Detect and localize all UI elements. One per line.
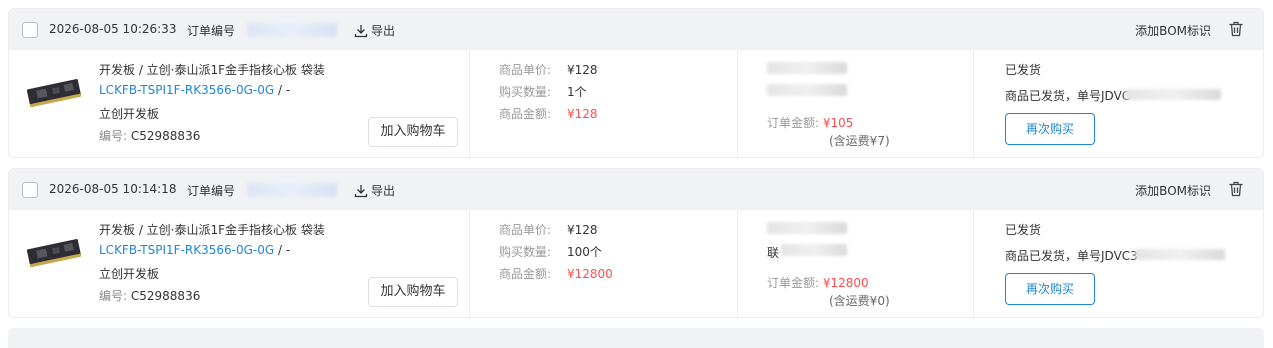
product-brand: 立创开发板 <box>99 107 160 121</box>
order-header: 2026-08-05 10:26:33 订单编号 导出 添加BOM标识 <box>9 9 1263 50</box>
receiver-name-redacted <box>767 222 847 234</box>
amount-value: ¥12800 <box>567 267 613 281</box>
shipment-info: 商品已发货，单号JDVC <box>1005 89 1131 103</box>
quantity-label: 购买数量: <box>499 85 552 99</box>
unit-price-row: 商品单价: ¥128 <box>499 61 598 78</box>
quantity-row: 购买数量: 1个 <box>499 83 587 100</box>
receiver-phone-redacted <box>767 84 847 96</box>
add-to-cart-button[interactable]: 加入购物车 <box>368 277 458 307</box>
column-divider <box>973 50 974 157</box>
order-number-label: 订单编号 <box>187 184 236 198</box>
amount-label: 商品金额: <box>499 267 552 281</box>
shipping-fee: (含运费¥0) <box>829 294 890 308</box>
unit-price-row: 商品单价: ¥128 <box>499 221 598 238</box>
part-number-label: 编号: <box>99 129 128 143</box>
unit-price-label: 商品单价: <box>499 63 552 77</box>
buy-again-button[interactable]: 再次购买 <box>1005 113 1095 145</box>
product-thumbnail[interactable] <box>25 76 83 110</box>
unit-price-label: 商品单价: <box>499 223 552 237</box>
product-code-suffix: / - <box>274 243 291 257</box>
column-divider <box>973 210 974 317</box>
product-code-link[interactable]: LCKFB-TSPI1F-RK3566-0G-0G <box>99 83 274 97</box>
order-total-label: 订单金额: <box>767 276 820 290</box>
column-divider <box>737 50 738 157</box>
product-code-link[interactable]: LCKFB-TSPI1F-RK3566-0G-0G <box>99 243 274 257</box>
product-code-line: LCKFB-TSPI1F-RK3566-0G-0G / - <box>99 243 290 257</box>
export-button[interactable]: 导出 <box>354 22 395 39</box>
part-number-value: C52988836 <box>130 289 201 303</box>
export-label: 导出 <box>371 184 396 198</box>
add-to-cart-button[interactable]: 加入购物车 <box>368 117 458 147</box>
quantity-value: 1个 <box>567 85 587 99</box>
product-part-number: 编号: C52988836 <box>99 127 200 144</box>
next-order-card-partial <box>8 328 1264 348</box>
order-total-row: 订单金额: ¥12800 <box>767 274 869 291</box>
amount-row: 商品金额: ¥12800 <box>499 265 613 282</box>
order-select-checkbox[interactable] <box>22 22 38 38</box>
product-name: 开发板 / 立创·泰山派1F金手指核心板 袋装 <box>99 63 325 77</box>
download-icon <box>354 184 368 197</box>
column-divider <box>469 50 470 157</box>
order-body: 开发板 / 立创·泰山派1F金手指核心板 袋装 LCKFB-TSPI1F-RK3… <box>9 210 1263 317</box>
product-code-suffix: / - <box>274 83 291 97</box>
tracking-number-redacted <box>1125 89 1221 100</box>
order-card: 2026-08-05 10:14:18 订单编号 导出 添加BOM标识 开发板 … <box>8 168 1264 318</box>
part-number-label: 编号: <box>99 289 128 303</box>
amount-value: ¥128 <box>567 107 598 121</box>
amount-row: 商品金额: ¥128 <box>499 105 598 122</box>
trash-icon[interactable] <box>1227 20 1245 38</box>
unit-price-value: ¥128 <box>567 223 598 237</box>
column-divider <box>737 210 738 317</box>
column-divider <box>469 210 470 317</box>
add-bom-tag-link[interactable]: 添加BOM标识 <box>1135 182 1211 199</box>
order-total-value: ¥105 <box>822 116 854 130</box>
part-number-value: C52988836 <box>130 129 201 143</box>
order-total-row: 订单金额: ¥105 <box>767 114 853 131</box>
trash-icon[interactable] <box>1227 180 1245 198</box>
amount-label: 商品金额: <box>499 107 552 121</box>
order-select-checkbox[interactable] <box>22 182 38 198</box>
order-number-redacted <box>247 183 337 197</box>
order-card: 2026-08-05 10:26:33 订单编号 导出 添加BOM标识 开发板 … <box>8 8 1264 158</box>
export-button[interactable]: 导出 <box>354 182 395 199</box>
product-name: 开发板 / 立创·泰山派1F金手指核心板 袋装 <box>99 223 325 237</box>
product-brand: 立创开发板 <box>99 267 160 281</box>
shipment-info: 商品已发货，单号JDVC3 <box>1005 249 1138 263</box>
receiver-contact-label: 联 <box>767 246 780 260</box>
receiver-name-redacted <box>767 62 847 74</box>
shipping-fee: (含运费¥7) <box>829 134 890 148</box>
product-part-number: 编号: C52988836 <box>99 287 200 304</box>
quantity-label: 购买数量: <box>499 245 552 259</box>
add-bom-tag-link[interactable]: 添加BOM标识 <box>1135 22 1211 39</box>
order-total-label: 订单金额: <box>767 116 820 130</box>
order-total-value: ¥12800 <box>822 276 869 290</box>
product-code-line: LCKFB-TSPI1F-RK3566-0G-0G / - <box>99 83 290 97</box>
buy-again-button[interactable]: 再次购买 <box>1005 273 1095 305</box>
product-thumbnail[interactable] <box>25 236 83 270</box>
order-header: 2026-08-05 10:14:18 订单编号 导出 添加BOM标识 <box>9 169 1263 210</box>
quantity-value: 100个 <box>567 245 602 259</box>
quantity-row: 购买数量: 100个 <box>499 243 602 260</box>
order-date: 2026-08-05 10:14:18 <box>49 182 177 196</box>
export-label: 导出 <box>371 24 396 38</box>
order-body: 开发板 / 立创·泰山派1F金手指核心板 袋装 LCKFB-TSPI1F-RK3… <box>9 50 1263 157</box>
tracking-number-redacted <box>1135 249 1225 260</box>
receiver-phone-redacted <box>781 244 847 256</box>
order-status: 已发货 <box>1005 63 1042 77</box>
unit-price-value: ¥128 <box>567 63 598 77</box>
order-number-label: 订单编号 <box>187 24 236 38</box>
order-number-redacted <box>247 23 337 37</box>
download-icon <box>354 24 368 37</box>
order-date: 2026-08-05 10:26:33 <box>49 22 177 36</box>
order-status: 已发货 <box>1005 223 1042 237</box>
